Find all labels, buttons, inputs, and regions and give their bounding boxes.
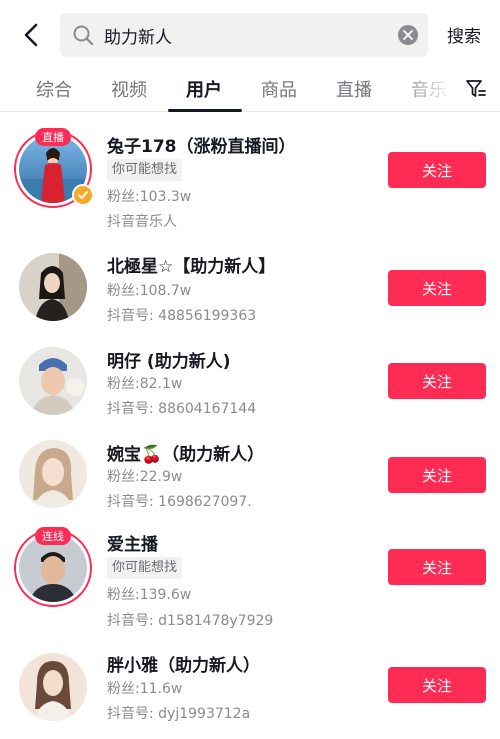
list-item[interactable]: 北極星☆【助力新人】 粉丝:108.7w 抖音号: 48856199363 关注 — [0, 240, 500, 335]
avatar — [19, 347, 87, 415]
list-item[interactable]: 明仔 (助力新人) 粉丝:82.1w 抖音号: 88604167144 关注 — [0, 335, 500, 428]
list-item[interactable]: 直播 兔子178（涨粉直播间） 你可能想找 粉丝:103.3w 抖音音乐人 关注 — [0, 112, 500, 232]
list-item[interactable]: 婉宝🍒（助力新人） 粉丝:22.9w 抖音号: 1698627097. 关注 — [0, 428, 500, 523]
user-detail: 抖音号: d1581478y7929 — [107, 613, 274, 629]
user-detail: 抖音音乐人 — [107, 214, 177, 230]
follow-button[interactable]: 关注 — [388, 667, 486, 703]
tab-music[interactable]: 音乐 — [411, 76, 447, 102]
user-detail: 抖音号: dyj1993712a — [107, 706, 251, 722]
top-bar: 搜索 — [0, 0, 500, 68]
filter-button[interactable] — [465, 78, 487, 104]
search-icon — [73, 25, 94, 46]
list-item[interactable]: 连线 爱主播 你可能想找 粉丝:139.6w 抖音号: d1581478y792… — [0, 523, 500, 643]
tab-products[interactable]: 商品 — [261, 76, 297, 102]
follow-button[interactable]: 关注 — [388, 270, 486, 306]
fan-count: 粉丝:82.1w — [107, 376, 183, 392]
user-name[interactable]: 胖小雅（助力新人） — [107, 651, 260, 676]
avatar — [19, 253, 87, 321]
live-badge: 直播 — [35, 128, 71, 146]
fan-count: 粉丝:103.3w — [107, 189, 192, 205]
avatar-container[interactable] — [14, 648, 92, 726]
category-tabs: 综合 视频 用户 商品 直播 音乐 — [0, 68, 500, 112]
fan-count: 粉丝:11.6w — [107, 681, 183, 697]
user-name[interactable]: 爱主播 — [107, 530, 158, 555]
avatar — [19, 440, 87, 508]
tab-users[interactable]: 用户 — [186, 76, 222, 102]
close-icon — [403, 30, 413, 40]
tab-all[interactable]: 综合 — [36, 76, 72, 102]
suggestion-tag: 你可能想找 — [107, 557, 183, 579]
chevron-left-icon — [24, 23, 38, 47]
user-name[interactable]: 兔子178（涨粉直播间） — [107, 132, 296, 157]
search-box[interactable] — [60, 13, 428, 57]
tab-live[interactable]: 直播 — [336, 76, 372, 102]
user-detail: 抖音号: 88604167144 — [107, 401, 257, 417]
search-input[interactable] — [104, 13, 394, 57]
user-name[interactable]: 明仔 (助力新人) — [107, 347, 230, 372]
filter-icon — [466, 80, 486, 97]
avatar-container[interactable]: 连线 — [14, 527, 92, 607]
search-button[interactable]: 搜索 — [447, 22, 481, 47]
fan-count: 粉丝:139.6w — [107, 587, 192, 603]
avatar-container[interactable] — [14, 248, 92, 326]
user-detail: 抖音号: 1698627097. — [107, 494, 252, 510]
tab-videos[interactable]: 视频 — [111, 76, 147, 102]
follow-button[interactable]: 关注 — [388, 549, 486, 585]
user-name[interactable]: 北極星☆【助力新人】 — [107, 252, 275, 277]
fan-count: 粉丝:108.7w — [107, 283, 192, 299]
connect-badge: 连线 — [35, 527, 71, 545]
user-detail: 抖音号: 48856199363 — [107, 308, 257, 324]
follow-button[interactable]: 关注 — [388, 152, 486, 188]
list-item[interactable]: 胖小雅（助力新人） 粉丝:11.6w 抖音号: dyj1993712a 关注 — [0, 643, 500, 739]
avatar-container[interactable] — [14, 435, 92, 513]
fan-count: 粉丝:22.9w — [107, 469, 183, 485]
avatar-container[interactable]: 直播 — [14, 128, 94, 208]
back-button[interactable] — [14, 18, 48, 52]
suggestion-tag: 你可能想找 — [107, 159, 183, 181]
avatar — [19, 653, 87, 721]
clear-search-button[interactable] — [398, 25, 418, 45]
user-name[interactable]: 婉宝🍒（助力新人） — [107, 440, 264, 465]
follow-button[interactable]: 关注 — [388, 457, 486, 493]
follow-button[interactable]: 关注 — [388, 363, 486, 399]
avatar-container[interactable] — [14, 342, 92, 420]
verified-icon — [72, 184, 94, 206]
